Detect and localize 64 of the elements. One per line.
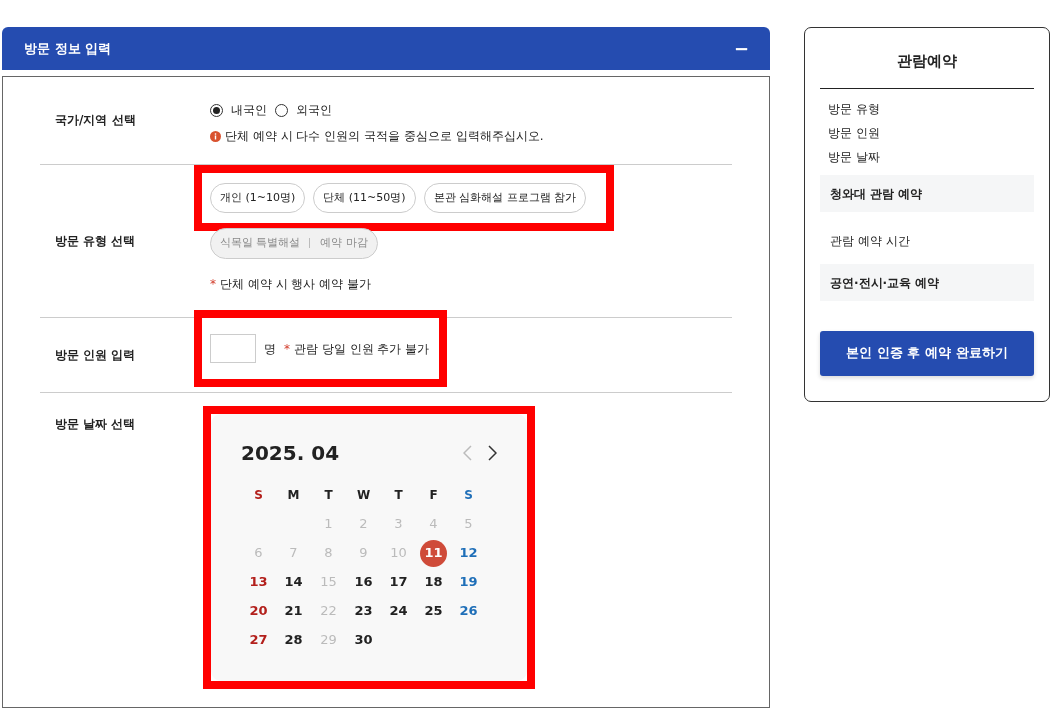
calendar-day[interactable]: 23 (354, 601, 373, 621)
summary-label: 방문 인원 (828, 125, 880, 140)
weekday-label: T (324, 487, 333, 504)
radio-option[interactable]: 외국인 (275, 101, 332, 119)
unit-label: 명 (264, 340, 276, 358)
weekday-label: M (287, 487, 300, 504)
calendar-day[interactable]: 17 (389, 572, 408, 592)
weekday-label: T (394, 487, 403, 504)
calendar-day[interactable]: 21 (284, 601, 303, 621)
weekday-label: W (356, 487, 371, 504)
calendar-day[interactable]: 18 (424, 572, 443, 592)
calendar-day[interactable]: 27 (249, 630, 268, 650)
note-text: 단체 예약 시 다수 인원의 국적을 중심으로 입력해주십시오. (225, 128, 544, 145)
calendar-day: 4 (429, 514, 438, 534)
collapse-button[interactable]: − (732, 34, 750, 63)
calendar-day: 22 (320, 601, 337, 621)
calendar-day: 10 (390, 543, 407, 563)
summary-label: 방문 날짜 (828, 149, 880, 164)
calendar-day[interactable]: 13 (249, 572, 268, 592)
calendar-day: 2 (359, 514, 368, 534)
weekday-label: S (254, 487, 263, 504)
calendar-day: 9 (359, 543, 368, 563)
section-header: 공연·전시·교육 예약 (820, 263, 1034, 301)
calendar-day[interactable]: 12 (459, 543, 478, 563)
count-input[interactable] (210, 334, 256, 363)
note-text: * 단체 예약 시 행사 예약 불가 (210, 275, 373, 293)
weekday-label: F (429, 487, 438, 504)
calendar-day: 7 (289, 543, 298, 563)
sidebar-title: 관람예약 (897, 52, 957, 70)
visit-type-button[interactable]: 개인 (1~10명) (210, 182, 306, 214)
calendar-day[interactable]: 20 (249, 601, 268, 621)
note-text: * 관람 당일 인원 추가 불가 (284, 340, 430, 358)
field-label: 방문 날짜 선택 (55, 417, 136, 431)
calendar-day: 29 (320, 630, 337, 650)
weekday-label: S (464, 487, 473, 504)
calendar-day[interactable]: 24 (389, 601, 408, 621)
complete-booking-button[interactable]: 본인 인증 후 예약 완료하기 (820, 330, 1034, 376)
calendar-day: 15 (320, 572, 337, 592)
calendar-day[interactable]: 11 (420, 539, 447, 567)
calendar-day[interactable]: 14 (284, 572, 303, 592)
calendar-day: 8 (324, 543, 333, 563)
calendar-day: 3 (394, 514, 403, 534)
calendar-day[interactable]: 16 (354, 572, 373, 592)
section-header: 청와대 관람 예약 (820, 174, 1034, 212)
calendar-day: 6 (254, 543, 263, 563)
calendar-day[interactable]: 26 (459, 601, 478, 621)
summary-label: 방문 유형 (828, 101, 880, 116)
calendar-day[interactable]: 25 (424, 601, 443, 621)
next-month-icon[interactable] (488, 445, 497, 461)
calendar-day[interactable]: 30 (354, 630, 373, 650)
calendar-day[interactable]: 28 (284, 630, 303, 650)
calendar-day[interactable]: 19 (459, 572, 478, 592)
calendar-day: 5 (464, 514, 473, 534)
month-title: 2025. 04 (241, 440, 340, 467)
visit-type-button[interactable]: 본관 심화해설 프로그램 참가 (423, 182, 587, 214)
calendar-day: 1 (324, 514, 333, 534)
info-icon (210, 130, 221, 142)
radio-option[interactable]: 내국인 (210, 101, 267, 119)
summary-label: 관람 예약 시간 (830, 233, 910, 248)
field-label: 방문 인원 입력 (55, 348, 136, 362)
field-label: 국가/지역 선택 (55, 113, 136, 127)
field-label: 방문 유형 선택 (55, 234, 136, 248)
panel-title: 방문 정보 입력 (24, 39, 112, 58)
visit-type-button[interactable]: 단체 (11~50명) (313, 182, 416, 214)
